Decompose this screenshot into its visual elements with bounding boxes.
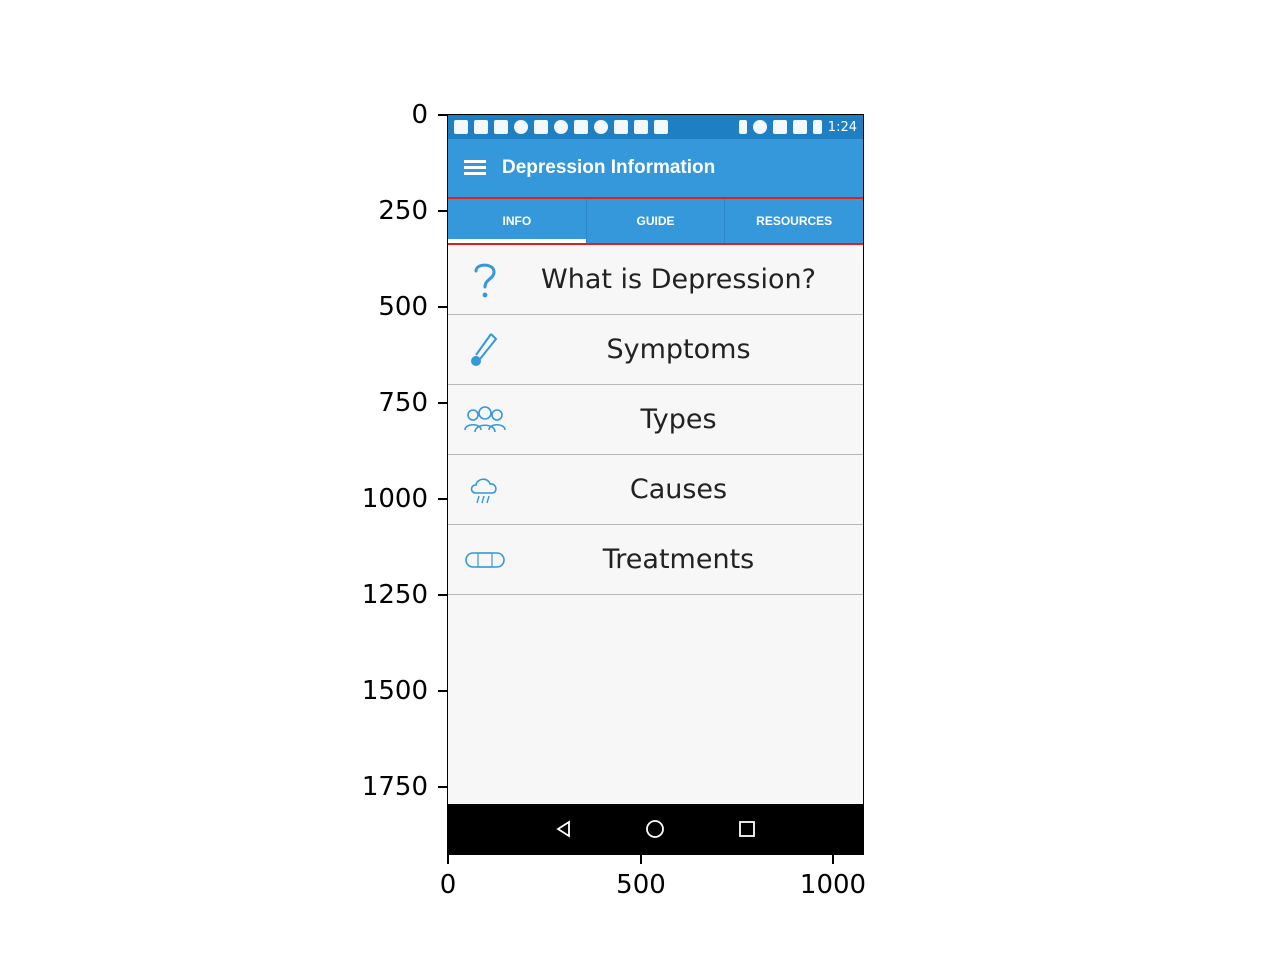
wifi-icon <box>772 120 787 134</box>
x-tick <box>640 855 642 864</box>
tab-label: INFO <box>502 214 532 228</box>
y-tick-label: 1750 <box>361 772 428 802</box>
y-tick-label: 500 <box>378 292 428 322</box>
y-tick-label: 750 <box>378 388 428 418</box>
facebook-icon <box>494 120 508 134</box>
people-group-icon <box>462 400 508 440</box>
tab-label: RESOURCES <box>756 214 833 228</box>
y-tick-label: 250 <box>378 196 428 226</box>
list-item-symptoms[interactable]: Symptoms <box>448 315 863 385</box>
app-title: Depression Information <box>502 157 716 178</box>
rain-cloud-icon <box>462 470 508 510</box>
x-tick-label: 500 <box>616 870 666 900</box>
facebook-icon <box>474 120 488 134</box>
topic-list: What is Depression? Symptoms Types Cause… <box>448 245 863 595</box>
x-tick-label: 1000 <box>799 870 867 900</box>
list-item-label: Causes <box>629 474 728 505</box>
toggle-icon <box>554 120 568 134</box>
question-mark-icon <box>462 260 508 300</box>
battery-icon <box>812 120 822 134</box>
tab-bar: INFO GUIDE RESOURCES <box>448 197 863 245</box>
y-tick <box>438 594 447 596</box>
alarm-icon <box>752 120 767 134</box>
list-item-label: What is Depression? <box>541 264 816 295</box>
x-tick <box>832 855 834 864</box>
list-item-causes[interactable]: Causes <box>448 455 863 525</box>
tab-label: GUIDE <box>636 214 675 228</box>
y-tick <box>438 114 447 116</box>
y-tick-label: 0 <box>411 100 428 130</box>
y-tick-label: 1000 <box>361 484 428 514</box>
y-tick <box>438 402 447 404</box>
signal-icon <box>792 120 807 134</box>
list-item-types[interactable]: Types <box>448 385 863 455</box>
bluetooth-icon <box>738 120 747 134</box>
app-icon <box>634 120 648 134</box>
hamburger-menu-icon[interactable] <box>464 160 486 176</box>
facebook-icon <box>614 120 628 134</box>
y-tick <box>438 306 447 308</box>
list-item-label: Treatments <box>602 544 755 575</box>
facebook-icon <box>574 120 588 134</box>
wrench-icon <box>534 120 548 134</box>
stopwatch-icon <box>514 120 528 134</box>
system-status: 1:24 <box>738 119 857 135</box>
y-tick <box>438 210 447 212</box>
y-tick <box>438 786 447 788</box>
y-tick-label: 1250 <box>361 580 428 610</box>
status-time: 1:24 <box>827 119 857 135</box>
list-item-label: Symptoms <box>606 334 751 365</box>
y-tick <box>438 690 447 692</box>
list-item-treatments[interactable]: Treatments <box>448 525 863 595</box>
list-item-what-is-depression[interactable]: What is Depression? <box>448 245 863 315</box>
message-icon <box>454 120 468 134</box>
home-icon[interactable] <box>642 816 668 842</box>
android-nav-bar <box>448 804 863 854</box>
x-tick <box>447 855 449 864</box>
status-bar: 1:24 <box>448 115 863 139</box>
tab-info[interactable]: INFO <box>448 199 587 243</box>
y-tick <box>438 498 447 500</box>
notification-icons <box>454 120 739 134</box>
bandage-icon <box>462 540 508 580</box>
recent-apps-icon[interactable] <box>734 816 760 842</box>
list-item-label: Types <box>640 404 717 435</box>
thermometer-icon <box>462 330 508 370</box>
phone-screenshot: 1:24 Depression Information INFO GUIDE R… <box>447 114 864 855</box>
tab-guide[interactable]: GUIDE <box>587 199 726 243</box>
smiley-icon <box>594 120 608 134</box>
back-icon[interactable] <box>551 816 577 842</box>
app-bar: Depression Information <box>448 139 863 197</box>
x-tick-label: 0 <box>439 870 457 900</box>
y-tick-label: 1500 <box>361 676 428 706</box>
tab-resources[interactable]: RESOURCES <box>725 199 863 243</box>
app-icon <box>654 120 668 134</box>
